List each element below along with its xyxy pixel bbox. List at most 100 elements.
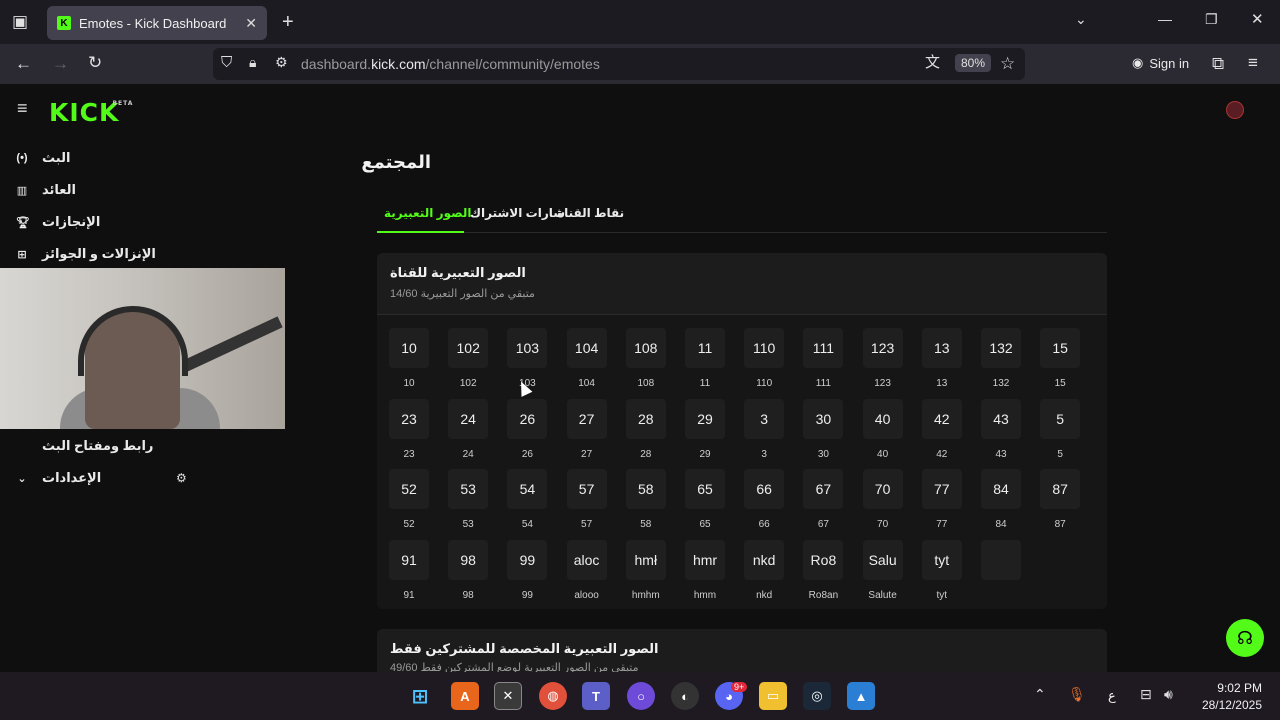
emote-item[interactable]: 43 43 [981, 398, 1021, 460]
sign-in-button[interactable]: ◉ Sign in [1132, 55, 1189, 71]
emote-item[interactable]: 70 70 [862, 469, 903, 530]
address-bar[interactable]: ⛉ 🔒︎ ⚙ dashboard.kick.com/channel/commun… [213, 48, 1025, 80]
emote-item[interactable]: 98 98 [448, 540, 489, 601]
emote-item[interactable]: 33 [744, 398, 785, 460]
sidebar-item-stream-key[interactable]: رابط ومفتاح البث [42, 438, 153, 454]
emote-item[interactable]: 91 91 [389, 540, 429, 601]
gear-icon[interactable]: ⚙ [176, 472, 187, 484]
app-menu-icon[interactable]: ≡ [1248, 54, 1258, 71]
sidebar-item-revenue[interactable]: ▥ العائد [16, 182, 76, 198]
terminal-icon[interactable]: ✕ [494, 682, 522, 710]
emote-item[interactable]: 102 102 [448, 328, 489, 389]
new-tab-icon[interactable]: + [282, 12, 294, 32]
input-language[interactable]: ع [1108, 688, 1116, 704]
emote-item[interactable]: 77 77 [921, 469, 962, 530]
browser-tab-active[interactable]: K Emotes - Kick Dashboard ✕ [47, 6, 267, 40]
emote-item[interactable]: 66 66 [744, 469, 785, 530]
emote-item[interactable]: 87 87 [1040, 469, 1081, 530]
obs-icon[interactable]: ◐ [671, 682, 699, 710]
zoom-level[interactable]: 80% [955, 54, 992, 72]
emote-item[interactable]: 110 110 [744, 328, 785, 389]
system-clock[interactable]: 9:02 PM 28/12/2025 [1202, 680, 1262, 714]
user-avatar[interactable] [1226, 101, 1244, 119]
translate-icon[interactable]: 文 [925, 55, 940, 70]
emote-item[interactable]: hmr hmm [685, 540, 725, 601]
emote-thumbnail: 24 [448, 398, 489, 439]
emote-item[interactable]: 104 104 [566, 328, 607, 389]
extensions-icon[interactable]: ⧉ [1212, 55, 1224, 72]
emote-item[interactable]: 132 132 [981, 328, 1021, 389]
emote-item[interactable] [981, 540, 1021, 590]
tab-sub-badges[interactable]: شارات الاشتراك [470, 206, 565, 220]
back-icon[interactable]: ← [15, 55, 32, 72]
shield-icon[interactable]: ⛉ [221, 55, 232, 70]
emote-item[interactable]: hmł hmhm [625, 540, 666, 601]
emote-label: 132 [992, 378, 1010, 389]
tab-emotes[interactable]: الصور التعبيرية [384, 206, 472, 220]
photos-icon[interactable]: ▲ [847, 682, 875, 710]
emote-item[interactable]: aloc alooo [566, 540, 607, 601]
volume-icon[interactable]: 🔊︎ [1164, 687, 1173, 701]
app-circle-icon[interactable]: ○ [627, 682, 655, 710]
reload-icon[interactable]: ↻ [88, 54, 102, 71]
emote-item[interactable]: nkd nkd [744, 540, 785, 601]
app-a-icon[interactable]: A [451, 682, 479, 710]
emote-item[interactable]: 58 58 [625, 469, 666, 530]
emote-item[interactable]: 29 29 [685, 398, 725, 460]
microphone-icon[interactable]: 🎙︎ [1068, 687, 1086, 701]
firefox-icon[interactable]: ◍ [539, 682, 567, 710]
emote-item[interactable]: Ro8 Ro8an [803, 540, 844, 601]
emote-item[interactable]: 42 42 [921, 398, 962, 460]
bookmark-star-icon[interactable]: ☆ [1000, 55, 1015, 72]
sidebar-item-drops-rewards[interactable]: ⊞ الإنزالات و الجوائز [16, 246, 156, 262]
tab-list-icon[interactable]: ▣ [12, 13, 28, 30]
emote-item[interactable]: 123 123 [862, 328, 903, 389]
emote-item[interactable]: 30 30 [803, 398, 844, 460]
emote-item[interactable]: 13 13 [921, 328, 962, 389]
emote-item[interactable]: 26 26 [507, 398, 548, 460]
emote-item[interactable]: 40 40 [862, 398, 903, 460]
site-settings-icon[interactable]: ⚙ [275, 55, 288, 69]
windows-start-icon[interactable]: ⊞ [406, 682, 434, 710]
tray-overflow-icon[interactable]: ⌃ [1034, 687, 1046, 701]
emote-item[interactable]: 52 52 [389, 469, 429, 530]
emote-item[interactable]: 54 54 [507, 469, 548, 530]
emote-item[interactable]: 53 53 [448, 469, 489, 530]
emote-item[interactable]: 10 10 [389, 328, 429, 389]
emote-item[interactable]: 67 67 [803, 469, 844, 530]
emote-item[interactable]: 24 24 [448, 398, 489, 460]
emote-item[interactable]: 11 11 [685, 328, 725, 389]
sidebar-item-broadcast[interactable]: (•) البث [16, 150, 70, 166]
steam-icon[interactable]: ◎ [803, 682, 831, 710]
emote-item[interactable]: 57 57 [566, 469, 607, 530]
emote-item[interactable]: tyt tyt [921, 540, 962, 601]
lock-icon[interactable]: 🔒︎ [249, 55, 256, 69]
sidebar-item-achievements[interactable]: 🏆︎ الإنجازات [16, 214, 100, 230]
window-restore-icon[interactable]: ❐ [1205, 12, 1218, 26]
tab-overflow-chevron-icon[interactable]: ⌄ [1075, 12, 1087, 26]
hamburger-menu-icon[interactable]: ≡ [17, 99, 28, 117]
emote-item[interactable]: Salu Salute [862, 540, 903, 601]
support-chat-button[interactable]: ☊ [1226, 619, 1264, 657]
emote-item[interactable]: 103 103 [507, 328, 548, 389]
emote-item[interactable]: 99 99 [507, 540, 548, 601]
network-icon[interactable]: ⊟ [1140, 687, 1152, 701]
tab-channel-points[interactable]: نقاط القناة [557, 206, 624, 220]
teams-icon[interactable]: T [582, 682, 610, 710]
kick-logo[interactable]: KICK BETA [49, 98, 132, 127]
window-close-icon[interactable]: ✕ [1251, 12, 1264, 27]
emote-item[interactable]: 27 27 [566, 398, 607, 460]
emote-item[interactable]: 108 108 [625, 328, 666, 389]
emote-item[interactable]: 111 111 [803, 328, 844, 389]
emote-item[interactable]: 15 15 [1040, 328, 1081, 389]
emote-item[interactable]: 84 84 [981, 469, 1021, 530]
sidebar-item-settings[interactable]: ⌄ الإعدادات [16, 470, 101, 486]
emote-item[interactable]: 23 23 [389, 398, 429, 460]
file-explorer-icon[interactable]: ▭ [759, 682, 787, 710]
tab-close-icon[interactable]: ✕ [245, 15, 257, 32]
forward-icon[interactable]: → [52, 55, 69, 72]
emote-item[interactable]: 55 [1040, 398, 1081, 460]
emote-item[interactable]: 28 28 [625, 398, 666, 460]
window-minimize-icon[interactable]: — [1158, 12, 1172, 26]
emote-item[interactable]: 65 65 [685, 469, 725, 530]
